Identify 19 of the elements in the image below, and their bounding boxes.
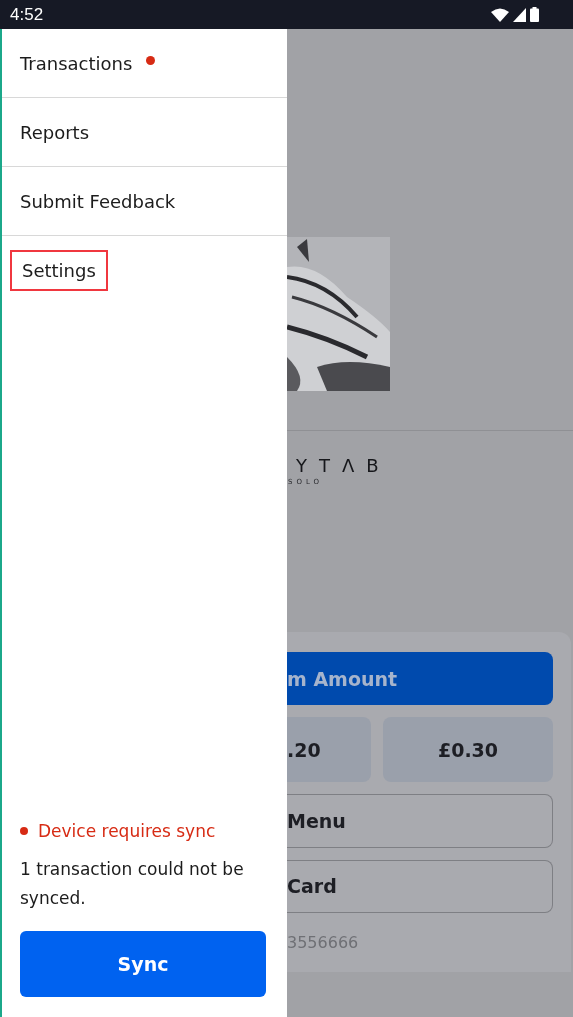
action-button[interactable]: Card <box>287 859 553 913</box>
menu-item[interactable]: Submit Feedback <box>10 182 186 220</box>
signal-icon <box>513 7 526 22</box>
amount-button[interactable]: £0.30 <box>383 717 553 783</box>
action-button[interactable]: Menu <box>287 794 553 848</box>
action-button[interactable]: m Amount <box>287 652 553 706</box>
sync-message: 1 transaction could not be synced. <box>20 858 245 910</box>
status-time: 4:52 <box>10 4 44 25</box>
menu-item[interactable]: Reports <box>10 113 100 151</box>
logo-text: YTΛB <box>296 455 392 477</box>
sync-button[interactable]: Sync <box>20 931 266 997</box>
warning-dot <box>20 827 28 835</box>
sync-status: Device requires sync <box>38 821 216 841</box>
amount-button[interactable]: .20 <box>287 717 371 783</box>
menu-item[interactable]: Settings <box>10 249 108 291</box>
menu-item[interactable]: Transactions <box>10 44 143 82</box>
wifi-icon <box>491 7 509 22</box>
battery-icon <box>530 7 539 22</box>
phone-number: 3556666 <box>287 933 360 952</box>
